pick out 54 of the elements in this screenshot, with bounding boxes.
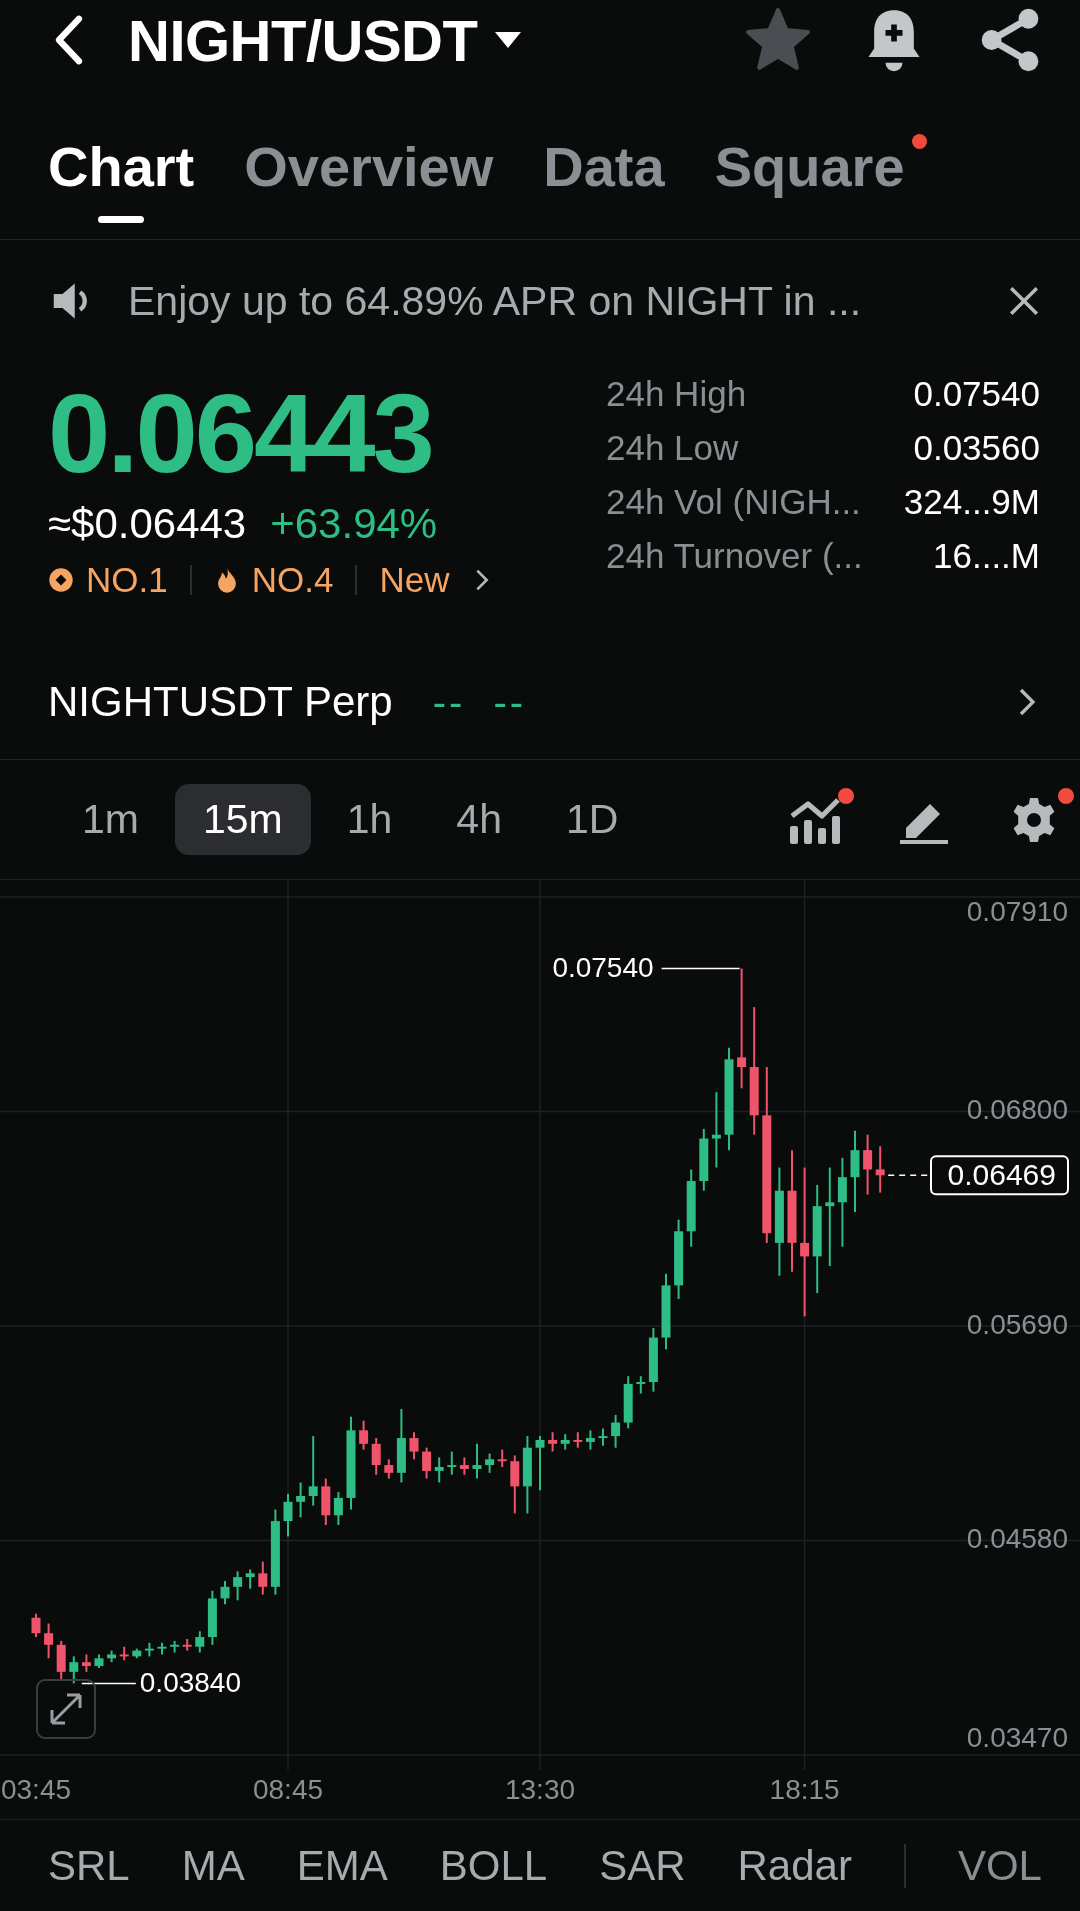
indicator-tab[interactable]: VOL — [957, 1841, 1042, 1890]
stat-value: 0.07540 — [913, 373, 1040, 414]
timeframe-tab[interactable]: 1D — [537, 784, 647, 855]
indicator-tab[interactable]: EMA — [296, 1841, 388, 1890]
stat-label: 24h High — [606, 373, 747, 414]
perp-value: -- -- — [432, 679, 527, 725]
axis-label: 0.05690 — [966, 1308, 1068, 1340]
badge-label[interactable]: NO.4 — [251, 560, 334, 600]
usd-price: ≈$0.06443 — [48, 500, 247, 548]
last-price-tag: 0.06469 — [930, 1155, 1069, 1196]
axis-label: 0.06800 — [966, 1094, 1068, 1126]
axis-label: 18:15 — [769, 1774, 840, 1806]
axis-label: 13:30 — [504, 1774, 576, 1806]
axis-label: 0.03470 — [966, 1721, 1068, 1753]
stat-label: 24h Low — [606, 427, 739, 468]
coin-icon — [48, 566, 74, 594]
tab[interactable]: Overview — [244, 112, 494, 227]
stat-value: 324...9M — [903, 481, 1040, 522]
indicator-tab[interactable]: BOLL — [439, 1841, 548, 1890]
timeframe-tab[interactable]: 4h — [428, 784, 530, 855]
chevron-right-icon[interactable] — [1018, 686, 1036, 718]
low-price-label: 0.03840 — [139, 1667, 241, 1699]
indicator-tab[interactable]: SRL — [48, 1841, 130, 1890]
indicator-tab[interactable]: SAR — [599, 1841, 686, 1890]
last-price: 0.06443 — [48, 370, 433, 498]
perp-label[interactable]: NIGHTUSDT Perp — [48, 678, 393, 726]
timeframe-tab[interactable]: 1m — [54, 784, 167, 855]
expand-icon[interactable] — [36, 1679, 96, 1739]
stat-label: 24h Turnover (... — [606, 535, 863, 576]
axis-label: 0.04580 — [966, 1523, 1068, 1555]
axis-label: 0.07910 — [966, 896, 1068, 927]
stat-value: 0.03560 — [913, 427, 1040, 468]
indicator-tab[interactable]: Radar — [737, 1841, 852, 1890]
high-price-label: 0.07540 — [552, 952, 654, 984]
pair-title[interactable]: NIGHT/USDT — [128, 6, 478, 74]
caret-icon[interactable] — [493, 30, 524, 50]
announcement-text[interactable]: Enjoy up to 64.89% APR on NIGHT in ... — [128, 277, 1008, 325]
close-icon[interactable] — [1008, 285, 1040, 317]
axis-label: 03:45 — [0, 1774, 72, 1806]
badge-label[interactable]: NO.1 — [86, 560, 168, 600]
tab[interactable]: Square — [714, 112, 905, 227]
timeframe-tab[interactable]: 1h — [318, 784, 421, 855]
axis-label: 08:45 — [252, 1774, 324, 1806]
stat-value: 16....M — [933, 535, 1040, 576]
indicator-tab[interactable]: MA — [181, 1841, 245, 1890]
price-change: +63.94% — [270, 500, 438, 548]
tab[interactable]: Data — [543, 112, 665, 227]
timeframe-tab[interactable]: 15m — [174, 784, 311, 855]
leader-line — [81, 1682, 137, 1685]
stat-label: 24h Vol (NIGH... — [606, 481, 861, 522]
indicator-chart-icon[interactable] — [788, 795, 840, 844]
tab[interactable]: Chart — [48, 112, 195, 227]
badge-label[interactable]: New — [379, 560, 450, 600]
chevron-right-icon[interactable] — [475, 568, 490, 592]
